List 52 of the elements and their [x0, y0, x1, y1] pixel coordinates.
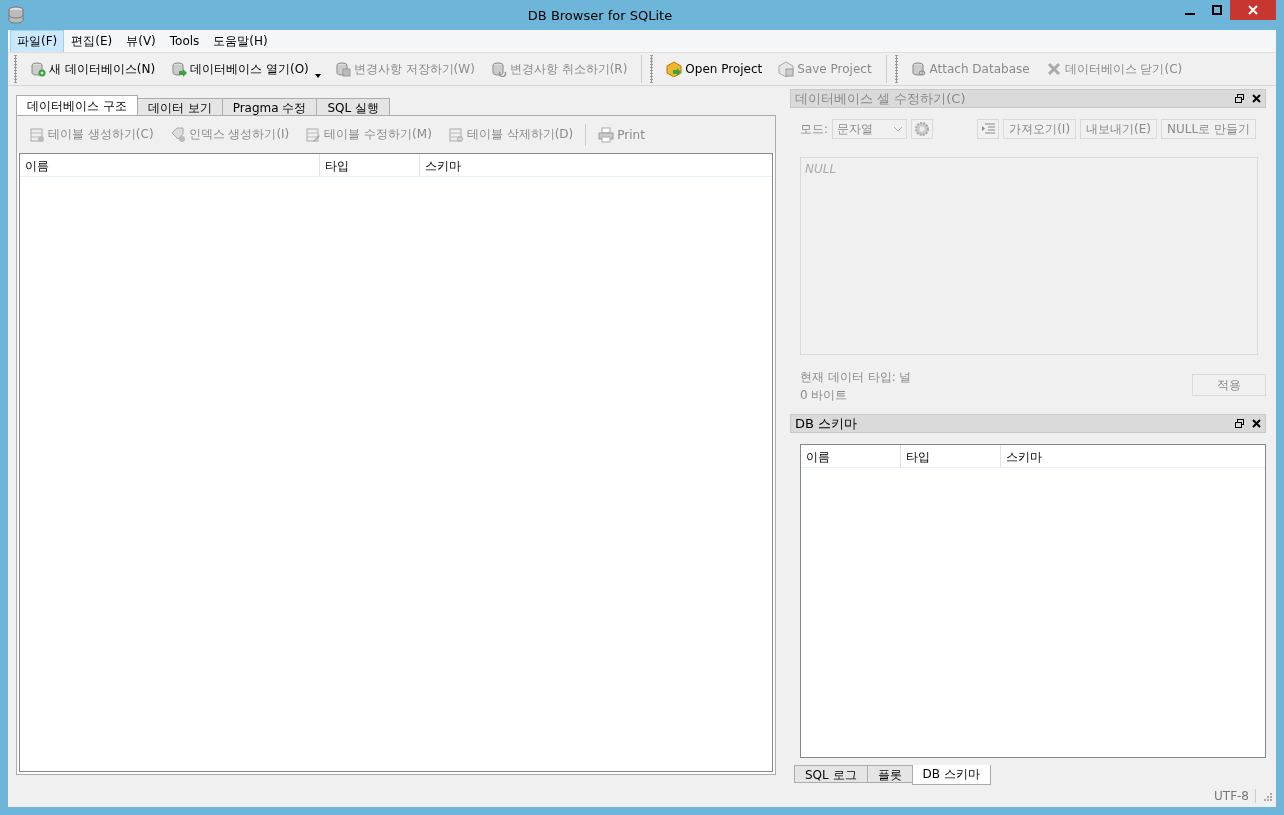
float-icon[interactable]: [1235, 94, 1244, 103]
resize-grip-icon: [1262, 791, 1272, 801]
dock-title: DB 스키마: [795, 414, 859, 433]
encoding-label: UTF-8: [1214, 789, 1256, 803]
database-arrows-icon: [490, 61, 507, 77]
column-header[interactable]: 이름: [801, 445, 901, 467]
mode-label: 모드:: [800, 120, 829, 138]
indent-icon: [980, 122, 997, 136]
dock-title: 데이터베이스 셀 수정하기(C): [795, 89, 967, 108]
table-plus-icon: [29, 126, 45, 143]
float-icon[interactable]: [1235, 419, 1244, 428]
column-header[interactable]: 이름: [20, 154, 320, 176]
column-header[interactable]: 타입: [320, 154, 420, 176]
tag-plus-icon: [169, 126, 186, 143]
menu-item[interactable]: 파일(F): [10, 29, 65, 53]
close-icon: [1248, 5, 1258, 15]
tab[interactable]: DB 스키마: [911, 765, 991, 785]
cross-icon: [1045, 61, 1062, 77]
chevron-down-icon: [894, 126, 903, 132]
menu-item[interactable]: 편집(E): [64, 29, 120, 53]
close-icon[interactable]: [1252, 94, 1261, 103]
printer-icon: [598, 126, 615, 143]
table-pencil-icon: [305, 126, 322, 143]
menu-item[interactable]: 뷰(V): [119, 29, 163, 53]
size-label: 0 바이트: [800, 387, 849, 404]
database-icon: [8, 6, 24, 24]
close-button[interactable]: [1230, 0, 1276, 20]
tab[interactable]: 데이터 보기: [136, 98, 223, 115]
database-link-icon: [910, 61, 927, 77]
toolbar-button[interactable]: 새 데이터베이스(N): [22, 57, 164, 81]
minimize-icon: [1184, 13, 1195, 15]
toolbar-button[interactable]: 데이터베이스 열기(O): [163, 57, 317, 81]
tab[interactable]: Pragma 수정: [221, 98, 318, 115]
toolbar-button[interactable]: Open Project: [658, 58, 771, 80]
menu-item[interactable]: Tools: [162, 31, 207, 51]
column-header[interactable]: 타입: [901, 445, 1001, 467]
close-icon[interactable]: [1252, 419, 1261, 428]
column-header[interactable]: 스키마: [1001, 445, 1265, 467]
database-plus-icon: [30, 61, 46, 77]
tab[interactable]: SQL 로그: [794, 765, 868, 783]
database-arrow-icon: [171, 61, 188, 77]
menu-item[interactable]: 도움말(H): [206, 29, 275, 53]
gear-icon: [914, 121, 931, 137]
tab[interactable]: 데이터베이스 구조: [16, 95, 138, 115]
box-arrow-icon: [666, 61, 683, 77]
maximize-icon: [1211, 5, 1222, 15]
data-type-label: 현재 데이터 타입: 널: [800, 369, 913, 386]
table-minus-icon: [447, 126, 464, 143]
tab[interactable]: 플롯: [866, 765, 913, 783]
tab[interactable]: SQL 실행: [316, 98, 390, 115]
column-header[interactable]: 스키마: [420, 154, 772, 176]
window-title: DB Browser for SQLite: [526, 7, 674, 23]
